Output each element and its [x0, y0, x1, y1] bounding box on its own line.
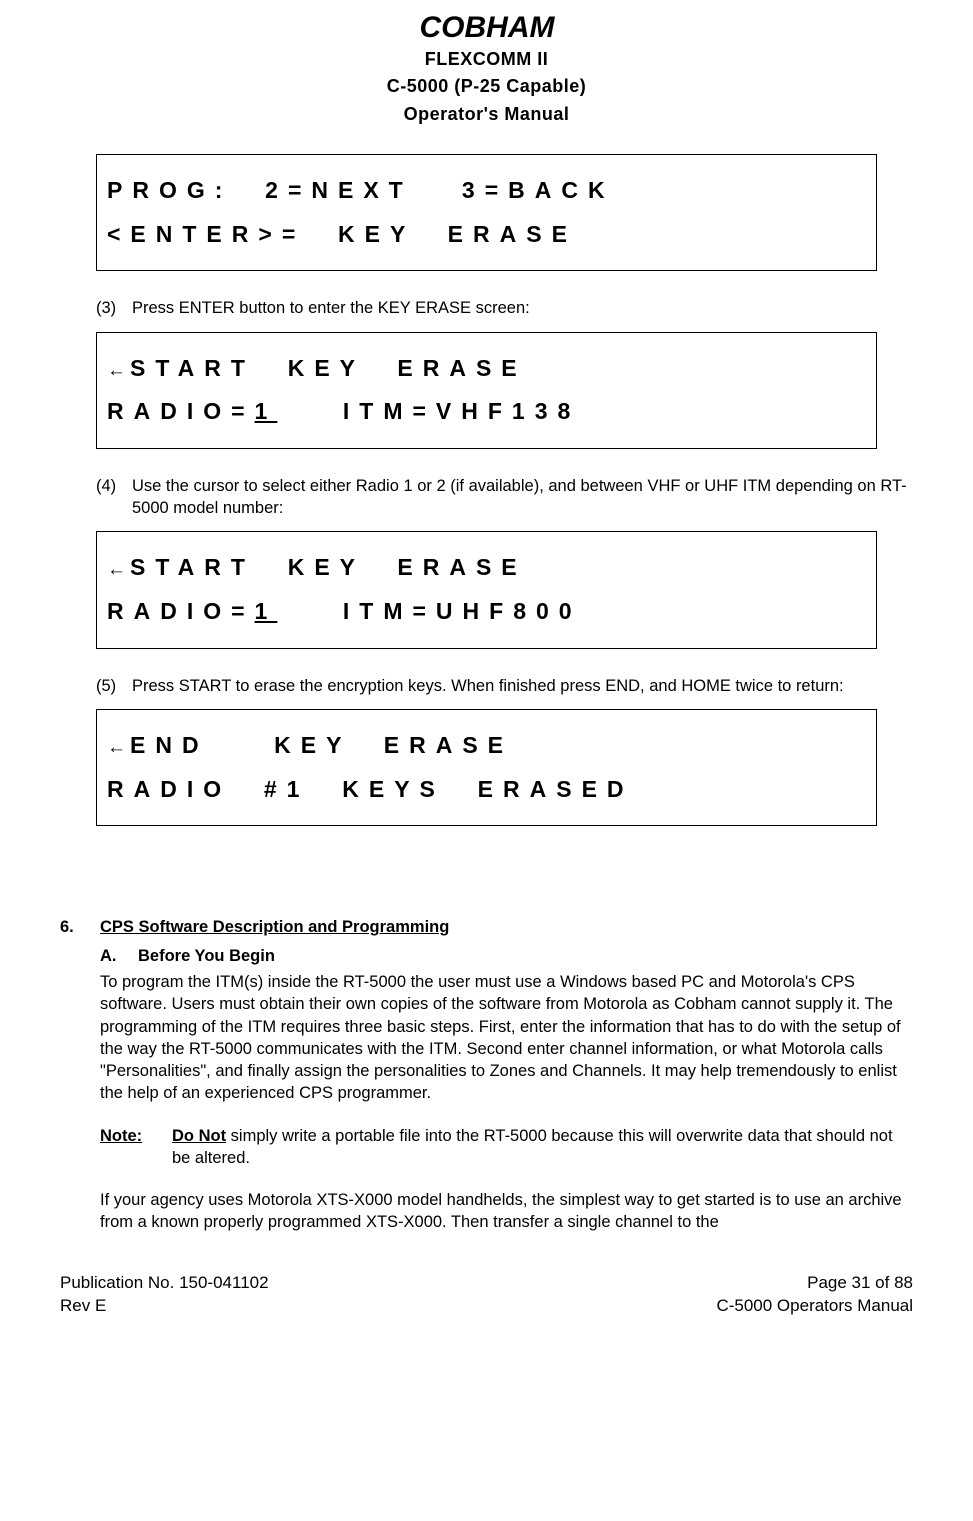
- left-arrow-icon: ←: [107, 360, 126, 381]
- svg-text:COBHAM: COBHAM: [419, 11, 555, 44]
- subsection-letter: A.: [100, 945, 120, 967]
- lcd-text: START KEY ERASE: [130, 355, 592, 381]
- step-text: Press ENTER button to enter the KEY ERAS…: [132, 297, 913, 319]
- lcd-text: ITM=UHF800: [277, 598, 581, 624]
- note-label: Note:: [100, 1125, 158, 1170]
- publication-number: Publication No. 150-041102: [60, 1272, 269, 1295]
- step-4: (4) Use the cursor to select either Radi…: [96, 475, 913, 520]
- subsection-a-heading: A. Before You Begin: [100, 945, 913, 967]
- lcd-display-start-uhf: ←START KEY ERASE RADIO=1 ITM=UHF800: [96, 531, 877, 648]
- note-rest: simply write a portable file into the RT…: [172, 1127, 893, 1167]
- lcd-text: ITM=VHF138: [277, 398, 580, 424]
- section-6-heading: 6. CPS Software Description and Programm…: [60, 916, 913, 938]
- paragraph: To program the ITM(s) inside the RT-5000…: [100, 971, 913, 1105]
- step-number: (5): [96, 675, 124, 697]
- step-5: (5) Press START to erase the encryption …: [96, 675, 913, 697]
- cursor-char: 1: [255, 598, 278, 624]
- section-title: CPS Software Description and Programming: [100, 916, 449, 938]
- cobham-logo: COBHAM: [357, 10, 617, 44]
- lcd-display-prog: PROG: 2=NEXT 3=BACK <ENTER>= KEY ERASE: [96, 154, 877, 271]
- lcd-text: RADIO=: [107, 398, 255, 424]
- left-arrow-icon: ←: [107, 737, 126, 758]
- page-footer: Publication No. 150-041102 Rev E Page 31…: [60, 1272, 913, 1318]
- step-text: Press START to erase the encryption keys…: [132, 675, 913, 697]
- note-block: Note: Do Not simply write a portable fil…: [100, 1125, 913, 1170]
- lcd-display-end: ←END KEY ERASE RADIO #1 KEYS ERASED: [96, 709, 877, 826]
- paragraph: If your agency uses Motorola XTS-X000 mo…: [100, 1189, 913, 1234]
- lcd-line: PROG: 2=NEXT 3=BACK: [107, 169, 866, 213]
- lcd-text: END KEY ERASE: [130, 732, 579, 758]
- note-donot: Do Not: [172, 1127, 226, 1145]
- lcd-line: <ENTER>= KEY ERASE: [107, 213, 866, 257]
- lcd-text: RADIO=: [107, 598, 255, 624]
- document-header: COBHAM FLEXCOMM II C-5000 (P-25 Capable)…: [60, 10, 913, 126]
- lcd-line: RADIO=1 ITM=VHF138: [107, 390, 866, 434]
- lcd-line: ←START KEY ERASE: [107, 347, 866, 391]
- step-3: (3) Press ENTER button to enter the KEY …: [96, 297, 913, 319]
- header-line-3: Operator's Manual: [60, 102, 913, 126]
- lcd-line: ←START KEY ERASE: [107, 546, 866, 590]
- step-number: (4): [96, 475, 124, 497]
- note-body: Do Not simply write a portable file into…: [172, 1125, 913, 1170]
- lcd-text: START KEY ERASE: [130, 554, 592, 580]
- header-line-2: C-5000 (P-25 Capable): [60, 74, 913, 98]
- subsection-title: Before You Begin: [138, 945, 275, 967]
- lcd-line: RADIO #1 KEYS ERASED: [107, 768, 866, 812]
- lcd-line: ←END KEY ERASE: [107, 724, 866, 768]
- lcd-display-start-vhf: ←START KEY ERASE RADIO=1 ITM=VHF138: [96, 332, 877, 449]
- left-arrow-icon: ←: [107, 559, 126, 580]
- cursor-char: 1: [255, 398, 278, 424]
- revision: Rev E: [60, 1295, 269, 1318]
- step-text: Use the cursor to select either Radio 1 …: [132, 475, 913, 520]
- step-number: (3): [96, 297, 124, 319]
- lcd-line: RADIO=1 ITM=UHF800: [107, 590, 866, 634]
- page-number: Page 31 of 88: [716, 1272, 913, 1295]
- header-line-1: FLEXCOMM II: [60, 47, 913, 71]
- manual-name: C-5000 Operators Manual: [716, 1295, 913, 1318]
- section-number: 6.: [60, 916, 84, 938]
